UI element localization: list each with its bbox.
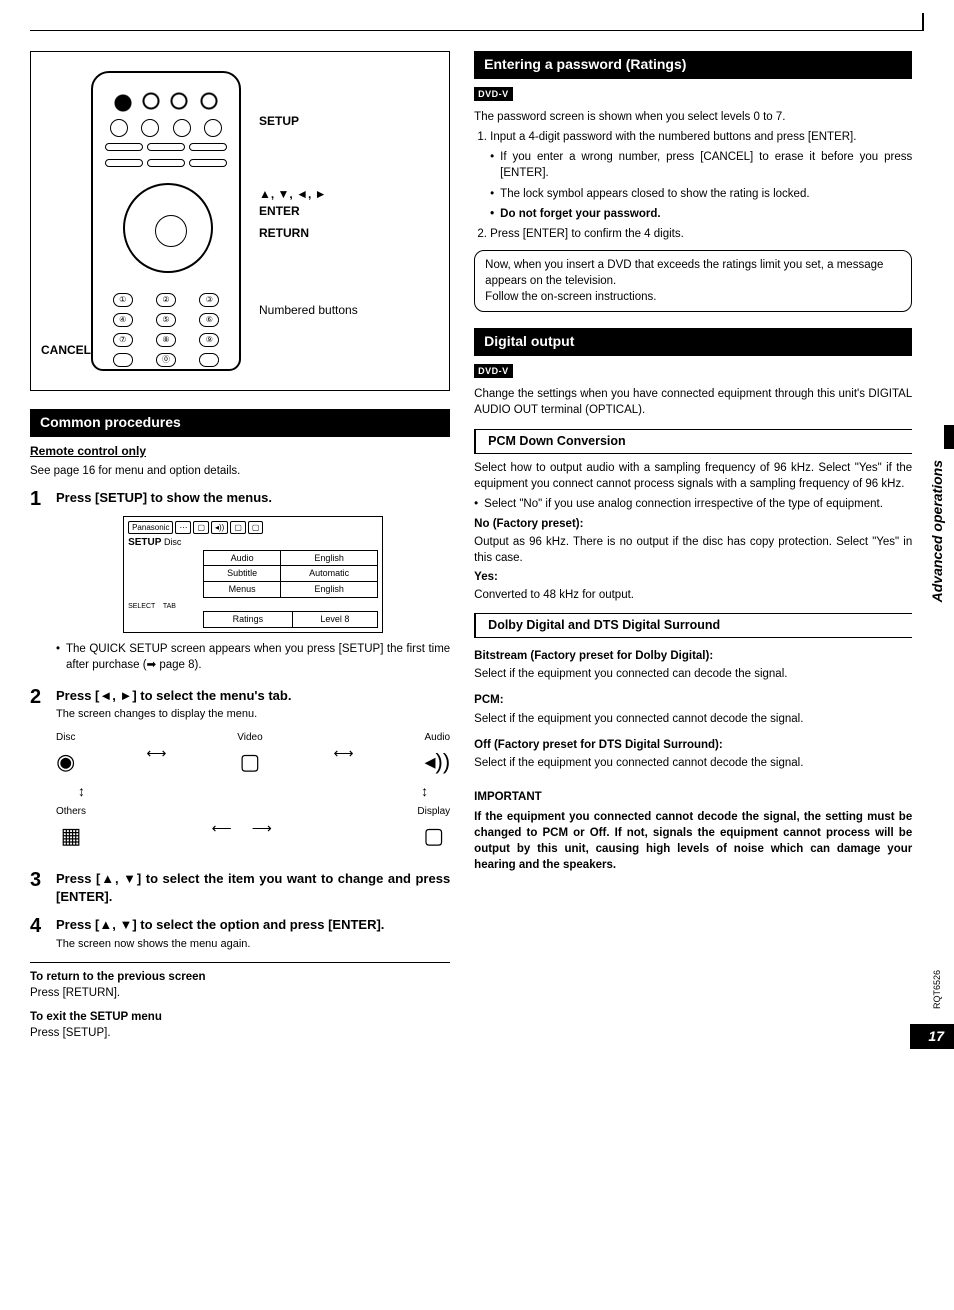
row-subtitle: Subtitle [204, 566, 281, 582]
right-column: Entering a password (Ratings) DVD-V The … [474, 51, 912, 1041]
subhead-pcm: PCM Down Conversion [474, 429, 912, 455]
tab-flow-diagram: Disc◉ ⟷ Video▢ ⟷ Audio◂)) ↕↕ Others▦ ⟵⟶ … [56, 731, 450, 852]
dvd-v-badge-2: DVD-V [474, 364, 513, 379]
pw-bullet-1: If you enter a wrong number, press [CANC… [490, 149, 912, 181]
dd-off-b: Select if the equipment you connected ca… [474, 755, 912, 771]
pw-bullet-2: The lock symbol appears closed to show t… [490, 186, 912, 202]
row-audio-val: English [281, 550, 378, 566]
tab-video: Video [237, 732, 262, 743]
pcm-no-h: No (Factory preset): [474, 518, 583, 530]
do-intro: Change the settings when you have connec… [474, 386, 912, 418]
tab-display: Display [417, 806, 450, 817]
dd-pcm-h: PCM: [474, 694, 503, 706]
pw-step2: Press [ENTER] to confirm the 4 digits. [490, 226, 912, 242]
step-3: 3 Press [▲, ▼] to select the item you wa… [30, 870, 450, 906]
step-4: 4 Press [▲, ▼] to select the option and … [30, 916, 450, 952]
step-1: 1 Press [SETUP] to show the menus. Panas… [30, 489, 450, 677]
callout-list: SETUP ▲, ▼, ◄, ► ENTER RETURN Numbered b… [259, 123, 358, 319]
pw-note-box: Now, when you insert a DVD that exceeds … [474, 250, 912, 312]
row-menus-val: English [281, 582, 378, 598]
callout-numbered: Numbered buttons [259, 302, 358, 319]
subhead-dolby: Dolby Digital and DTS Digital Surround [474, 613, 912, 639]
pcm-no-b: Output as 96 kHz. There is no output if … [474, 534, 912, 566]
row-subtitle-val: Automatic [281, 566, 378, 582]
pcm-yes-h: Yes: [474, 571, 498, 583]
pcm-yes-b: Converted to 48 kHz for output. [474, 587, 912, 603]
section-side-label: Advanced operations [928, 460, 948, 602]
setup-screen-illustration: Panasonic⋯▢◂))▢▢ SETUP Disc AudioEnglish… [123, 516, 383, 633]
side-black-tab [944, 425, 954, 449]
dd-bit-b: Select if the equipment you connected ca… [474, 666, 912, 682]
remote-only-label: Remote control only [30, 443, 450, 460]
footer-exit-h: To exit the SETUP menu [30, 1009, 450, 1025]
see-page-note: See page 16 for menu and option details. [30, 463, 450, 479]
step-4-title: Press [▲, ▼] to select the option and pr… [56, 916, 450, 934]
pw-steps: Input a 4-digit password with the number… [474, 129, 912, 242]
screen-brand: Panasonic [128, 521, 173, 534]
screen-tab: Disc [164, 537, 182, 547]
step-2-title: Press [◄, ►] to select the menu's tab. [56, 687, 450, 705]
left-column: ①②③ ④⑤⑥ ⑦⑧⑨ ⓪ CANCEL SETUP ▲, ▼, ◄, ► EN… [30, 51, 450, 1041]
tab-disc: Disc [56, 732, 75, 743]
tab-others: Others [56, 806, 86, 817]
callout-cancel: CANCEL [41, 342, 91, 359]
heading-digital-output: Digital output [474, 328, 912, 356]
row-ratings: Ratings [204, 612, 293, 628]
step-2-sub: The screen changes to display the menu. [56, 707, 450, 722]
step-1-title: Press [SETUP] to show the menus. [56, 489, 450, 507]
screen-select: SELECT [128, 603, 155, 610]
footer-exit: To exit the SETUP menu Press [SETUP]. [30, 1009, 450, 1041]
footer-return-h: To return to the previous screen [30, 969, 450, 985]
pcm-p2: Select "No" if you use analog connection… [474, 496, 912, 512]
callout-return: RETURN [259, 225, 358, 242]
dd-off-h: Off (Factory preset for DTS Digital Surr… [474, 739, 723, 751]
step-2: 2 Press [◄, ►] to select the menu's tab.… [30, 687, 450, 860]
footer-return-b: Press [RETURN]. [30, 985, 450, 1001]
remote-control-illustration: ①②③ ④⑤⑥ ⑦⑧⑨ ⓪ CANCEL [91, 71, 241, 371]
dd-pcm-b: Select if the equipment you connected ca… [474, 711, 912, 727]
pw-intro: The password screen is shown when you se… [474, 109, 912, 125]
row-menus: Menus [204, 582, 281, 598]
pcm-p1: Select how to output audio with a sampli… [474, 460, 912, 492]
callout-enter: ENTER [259, 204, 300, 218]
row-audio: Audio [204, 550, 281, 566]
page-rule [30, 30, 924, 31]
important-b: If the equipment you connected cannot de… [474, 809, 912, 873]
important-h: IMPORTANT [474, 789, 912, 805]
step-3-title: Press [▲, ▼] to select the item you want… [56, 870, 450, 906]
heading-password: Entering a password (Ratings) [474, 51, 912, 79]
page-number: 17 [910, 1024, 954, 1050]
doc-code: RQT6526 [931, 970, 944, 1009]
dvd-v-badge-1: DVD-V [474, 87, 513, 102]
step-1-note: The QUICK SETUP screen appears when you … [56, 641, 450, 673]
remote-figure: ①②③ ④⑤⑥ ⑦⑧⑨ ⓪ CANCEL SETUP ▲, ▼, ◄, ► EN… [30, 51, 450, 391]
footer-exit-b: Press [SETUP]. [30, 1025, 450, 1041]
pw-bullet-3: Do not forget your password. [490, 206, 912, 222]
screen-setup-label: SETUP [128, 537, 161, 548]
screen-table-2: RatingsLevel 8 [203, 611, 378, 628]
screen-tab-lbl: TAB [163, 603, 176, 610]
screen-table: AudioEnglish SubtitleAutomatic MenusEngl… [203, 550, 378, 598]
heading-common-procedures: Common procedures [30, 409, 450, 437]
tab-audio: Audio [425, 732, 451, 743]
step-4-sub: The screen now shows the menu again. [56, 937, 450, 952]
callout-setup: SETUP [259, 113, 358, 130]
callout-arrows: ▲, ▼, ◄, ► [259, 187, 327, 201]
dd-bit-h: Bitstream (Factory preset for Dolby Digi… [474, 650, 713, 662]
row-ratings-val: Level 8 [292, 612, 377, 628]
pw-step1: Input a 4-digit password with the number… [490, 131, 856, 143]
footer-return: To return to the previous screen Press [… [30, 969, 450, 1001]
